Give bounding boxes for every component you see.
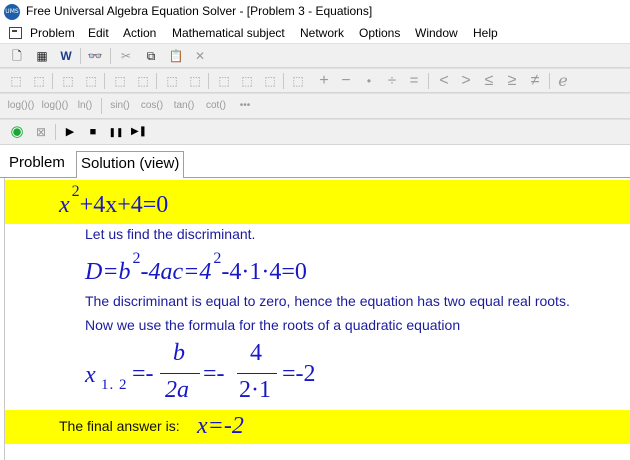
step-text-discriminant: Let us find the discriminant. (85, 226, 256, 242)
equals-icon[interactable]: = (406, 72, 422, 90)
toolbar-structure: ⬚ ⬚ ⬚ ⬚ ⬚ ⬚ ⬚ ⬚ ⬚ ⬚ ⬚ ⬚ ⬚ + − • ÷ = < > … (0, 68, 630, 93)
copy-icon[interactable]: ⧉ (142, 47, 160, 65)
greater-than-icon[interactable]: > (458, 72, 474, 90)
tan-icon[interactable]: tan() (169, 97, 199, 115)
braces-icon[interactable]: ⬚ (239, 72, 255, 90)
menu-action[interactable]: Action (123, 26, 156, 40)
menu-options[interactable]: Options (359, 26, 400, 40)
final-answer-label: The final answer is: (59, 418, 180, 434)
brackets-icon[interactable]: ⬚ (216, 72, 232, 90)
subscript-icon[interactable]: ⬚ (83, 72, 99, 90)
not-equal-icon[interactable]: ≠ (527, 72, 543, 90)
pause-icon[interactable]: ❚❚ (107, 123, 125, 141)
plus-icon[interactable]: + (316, 72, 332, 90)
new-icon[interactable]: 🗋 (8, 47, 26, 65)
stop-icon[interactable]: ■ (84, 123, 102, 141)
tab-solution-view[interactable]: Solution (view) (76, 151, 185, 178)
preview-icon[interactable]: 👓 (86, 47, 104, 65)
toolbar-separator (428, 73, 429, 89)
toolbar-separator (101, 98, 102, 114)
fraction2-denominator: 2·1 (239, 377, 271, 403)
greater-equal-icon[interactable]: ≥ (504, 72, 520, 90)
less-than-icon[interactable]: < (436, 72, 452, 90)
delete-row-icon[interactable]: ⬚ (31, 72, 47, 90)
window-title: Free Universal Algebra Equation Solver -… (26, 4, 373, 18)
grid-icon[interactable]: ▦ (33, 47, 51, 65)
toolbar-separator (80, 48, 81, 64)
minus-icon[interactable]: − (338, 72, 354, 90)
discriminant-formula: D=b2-4ac=42-4·1·4=0 (85, 250, 307, 285)
fraction1-bar (160, 373, 200, 374)
fraction1-denominator: 2a (165, 377, 189, 403)
paste-icon[interactable]: 📋 (167, 47, 185, 65)
root-icon[interactable]: ⬚ (112, 72, 128, 90)
menu-network[interactable]: Network (300, 26, 344, 40)
log-icon[interactable]: log()() (39, 97, 71, 115)
word-export-icon[interactable]: W (57, 47, 75, 65)
toolbar-separator (52, 73, 53, 89)
solution-view: x2+4x+4=0 Let us find the discriminant. … (4, 178, 630, 460)
fraction2-bar (237, 373, 277, 374)
roots-result: =-2 (282, 361, 316, 387)
step-text-equal-roots: The discriminant is equal to zero, hence… (85, 293, 570, 309)
roots-variable: x (85, 362, 96, 388)
menu-help[interactable]: Help (473, 26, 498, 40)
toolbar-separator (55, 124, 56, 140)
tab-problem[interactable]: Problem (5, 151, 69, 178)
sin-icon[interactable]: sin() (106, 97, 134, 115)
euler-e-icon[interactable]: e (555, 72, 571, 90)
title-bar: UMS Free Universal Algebra Equation Solv… (0, 0, 630, 24)
menu-window[interactable]: Window (415, 26, 458, 40)
fraction2-numerator: 4 (250, 340, 262, 366)
toolbar-separator (156, 73, 157, 89)
roots-equals-minus-1: =- (132, 361, 154, 387)
play-icon[interactable]: ▶ (61, 123, 79, 141)
tab-bar: Problem Solution (view) (0, 148, 630, 178)
divide-icon[interactable]: ÷ (384, 72, 400, 90)
menu-problem[interactable]: Problem (30, 26, 75, 40)
menu-mathematical-subject[interactable]: Mathematical subject (172, 26, 285, 40)
less-equal-icon[interactable]: ≤ (481, 72, 497, 90)
parentheses-icon[interactable]: ⬚ (164, 72, 180, 90)
roots-subscript: 1. 2 (101, 377, 128, 393)
menu-edit[interactable]: Edit (88, 26, 109, 40)
stop-check-icon[interactable]: ⊠ (32, 123, 50, 141)
toolbar-separator (208, 73, 209, 89)
app-icon: UMS (4, 4, 20, 20)
fraction1-numerator: b (173, 340, 185, 366)
log-base-icon[interactable]: log()() (5, 97, 37, 115)
superscript-icon[interactable]: ⬚ (60, 72, 76, 90)
nth-root-icon[interactable]: ⬚ (135, 72, 151, 90)
toolbar-separator (110, 48, 111, 64)
toolbar-separator (283, 73, 284, 89)
multiply-icon[interactable]: • (361, 72, 377, 90)
toolbar-separator (104, 73, 105, 89)
cos-icon[interactable]: cos() (137, 97, 167, 115)
cot-icon[interactable]: cot() (201, 97, 231, 115)
equation: x2+4x+4=0 (59, 183, 169, 218)
delete-icon[interactable]: ✕ (191, 47, 209, 65)
cut-icon[interactable]: ✂ (117, 47, 135, 65)
step-icon[interactable]: ▶❚ (130, 123, 148, 141)
ln-icon[interactable]: ln() (73, 97, 97, 115)
toolbar-separator (549, 73, 550, 89)
run-indicator-icon[interactable]: ◉ (8, 123, 26, 141)
final-answer-value: x=-2 (197, 413, 244, 439)
abs-icon[interactable]: ⬚ (187, 72, 203, 90)
step-text-formula: Now we use the formula for the roots of … (85, 317, 461, 333)
matrix-icon[interactable]: ⬚ (262, 72, 278, 90)
toolbar-functions: log()() log()() ln() sin() cos() tan() c… (0, 93, 630, 119)
insert-row-icon[interactable]: ⬚ (8, 72, 24, 90)
menu-bar: Problem Edit Action Mathematical subject… (0, 24, 630, 43)
toolbar-file: 🗋 ▦ W 👓 ✂ ⧉ 📋 ✕ (0, 43, 630, 68)
roots-equals-minus-2: =- (203, 361, 225, 387)
toolbar-run: ◉ ⊠ ▶ ■ ❚❚ ▶❚ (0, 119, 630, 145)
document-menu-icon[interactable] (9, 27, 22, 39)
more-functions-icon[interactable]: ••• (234, 97, 256, 115)
